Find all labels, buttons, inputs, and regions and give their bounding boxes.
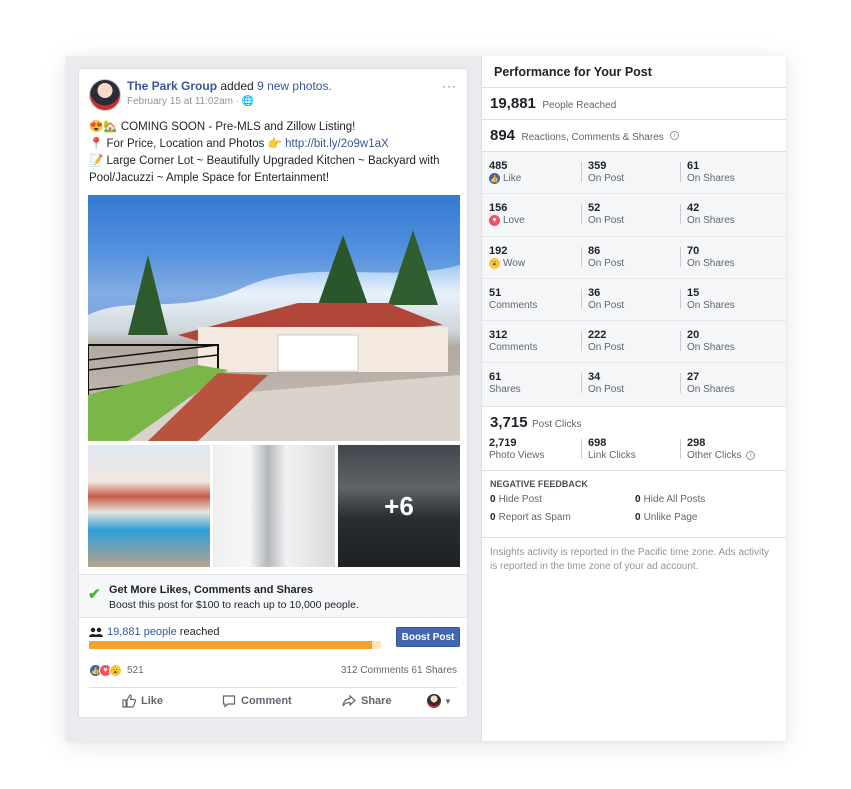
unlike-page-stat: 0 Unlike Page <box>635 511 698 523</box>
reaction-count: 521 <box>127 665 144 676</box>
reached-row: 19,881 people reached Boost Post <box>79 621 467 653</box>
thumbnail-pool[interactable] <box>88 445 210 567</box>
post-card: The Park Group added 9 new photos. Febru… <box>78 68 468 718</box>
share-arrow-icon <box>342 694 356 707</box>
thumbnail-kitchen[interactable] <box>213 445 335 567</box>
hide-all-posts-stat: 0 Hide All Posts <box>635 493 706 505</box>
breakdown-row-like: 485 👍 Like 359 On Post 61 On Shares <box>482 152 786 195</box>
pin-emoji: 📍 <box>89 138 104 150</box>
post-insights-frame: The Park Group added 9 new photos. Febru… <box>66 56 786 741</box>
post-stats-row: 👍 ♥ 😮 521 312 Comments 61 Shares <box>89 664 457 682</box>
info-icon[interactable]: i <box>670 131 680 141</box>
page-avatar-small <box>427 694 441 708</box>
post-header-line: The Park Group added 9 new photos. <box>127 79 332 93</box>
post-clicks-row: 3,715 Post Clicks <box>482 407 786 437</box>
comment-bubble-icon <box>222 695 236 708</box>
globe-icon: 🌐 <box>241 96 255 107</box>
people-reached-row: 19,881 People Reached <box>482 88 786 120</box>
photos-link[interactable]: 9 new photos. <box>257 79 332 93</box>
memo-emoji: 📝 <box>89 155 104 167</box>
post-line-3: 📝 Large Corner Lot ~ Beautifully Upgrade… <box>89 155 440 167</box>
engagement-breakdown: 485 👍 Like 359 On Post 61 On Shares 156 ♥ Love… <box>482 152 786 407</box>
breakdown-row-comments-1: 51 Comments 36 On Post 15 On Shares <box>482 279 786 322</box>
like-icon: 👍 <box>489 173 500 184</box>
post-timestamp[interactable]: February 15 at 11:02am · <box>127 96 242 107</box>
report-spam-stat: 0 Report as Spam <box>490 511 571 523</box>
thumbs-up-icon <box>122 694 136 708</box>
reaction-summary[interactable]: 👍 ♥ 😮 521 <box>89 664 144 677</box>
post-message: 😍🏡 COMING SOON - Pre-MLS and Zillow List… <box>89 119 459 187</box>
breakdown-row-love: 156 ♥ Love 52 On Post 42 On Shares <box>482 194 786 237</box>
boost-post-button[interactable]: Boost Post <box>396 627 460 647</box>
performance-panel: Performance for Your Post 19,881 People … <box>481 56 786 741</box>
reached-people-link[interactable]: 19,881 people <box>107 626 177 638</box>
breakdown-row-shares: 61 Shares 34 On Post 27 On Shares <box>482 363 786 405</box>
post-clicks-label: Post Clicks <box>532 418 582 430</box>
info-icon[interactable]: i <box>746 450 756 460</box>
boost-promo-box: ✔ Get More Likes, Comments and Shares Bo… <box>79 574 467 618</box>
checkmark-icon: ✔ <box>88 586 101 603</box>
engagement-value: 894 <box>490 127 516 144</box>
reach-progress-bar <box>89 641 381 649</box>
performance-title: Performance for Your Post <box>482 56 786 88</box>
main-photo-house[interactable] <box>88 195 460 441</box>
listing-url-link[interactable]: http://bit.ly/2o9w1aX <box>285 138 389 150</box>
post-timestamp-line: February 15 at 11:02am · 🌐 <box>127 96 254 107</box>
hide-post-stat: 0 Hide Post <box>490 493 542 505</box>
insights-footnote: Insights activity is reported in the Pac… <box>490 546 770 572</box>
post-line-4: Pool/Jacuzzi ~ Ample Space for Entertain… <box>89 172 330 184</box>
wow-reaction-icon: 😮 <box>109 664 122 677</box>
added-text: added <box>217 79 258 93</box>
people-reached-value: 19,881 <box>490 95 536 112</box>
wow-icon: 😮 <box>489 257 500 269</box>
more-options-icon[interactable]: ··· <box>442 79 457 93</box>
post-line-2: 📍 For Price, Location and Photos 👉 http:… <box>89 138 389 150</box>
people-icon <box>89 627 103 637</box>
post-header: The Park Group added 9 new photos. Febru… <box>89 79 457 115</box>
like-button[interactable]: Like <box>122 694 163 708</box>
negative-feedback-title: NEGATIVE FEEDBACK <box>490 478 588 489</box>
page-avatar[interactable] <box>89 79 121 111</box>
thumbnail-living-room[interactable]: +6 <box>338 445 460 567</box>
post-as-page-selector[interactable]: ▼ <box>427 694 452 708</box>
share-button[interactable]: Share <box>342 694 392 708</box>
breakdown-row-comments-2: 312 Comments 222 On Post 20 On Shares <box>482 321 786 364</box>
caret-down-icon: ▼ <box>444 696 452 706</box>
comments-shares-count[interactable]: 312 Comments 61 Shares <box>341 665 457 676</box>
more-photos-overlay[interactable]: +6 <box>338 445 460 567</box>
post-clicks-value: 3,715 <box>490 413 528 431</box>
engagement-row: 894 Reactions, Comments & Shares i <box>482 120 786 152</box>
post-action-bar: Like Comment Share ▼ <box>89 687 457 717</box>
breakdown-row-wow: 192 😮 Wow 86 On Post 70 On Shares <box>482 237 786 279</box>
love-icon: ♥ <box>489 215 500 227</box>
negative-feedback-section: NEGATIVE FEEDBACK 0 Hide Post 0 Hide All P… <box>482 471 786 538</box>
page-name-link[interactable]: The Park Group <box>127 79 217 93</box>
boost-subtitle: Boost this post for $100 to reach up to … <box>109 599 359 611</box>
post-line-1: 😍🏡 COMING SOON - Pre-MLS and Zillow List… <box>89 121 356 133</box>
comment-button[interactable]: Comment <box>222 694 292 708</box>
clicks-breakdown: 2,719 Photo Views 698 Link Clicks 298 Other… <box>482 437 786 471</box>
boost-title: Get More Likes, Comments and Shares <box>109 584 314 596</box>
photo-grid: +6 <box>88 195 460 567</box>
reach-progress-fill <box>89 641 373 649</box>
heart-eyes-house-emoji: 😍🏡 <box>89 121 118 133</box>
people-reached-label: People Reached <box>542 100 617 111</box>
reached-text: 19,881 people reached <box>107 626 220 638</box>
engagement-label: Reactions, Comments & Shares <box>521 132 664 143</box>
